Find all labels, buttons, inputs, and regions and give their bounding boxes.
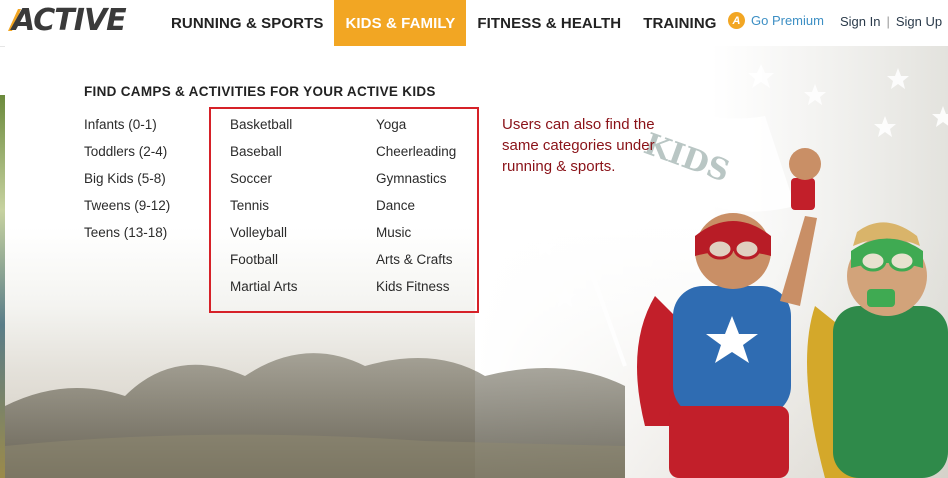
age-group-link[interactable]: Infants (0-1) <box>84 116 170 143</box>
annotation-highlight-box <box>209 107 479 313</box>
age-group-list: Infants (0-1) Toddlers (2-4) Big Kids (5… <box>84 116 170 251</box>
top-navigation-bar: ACTIVE RUNNING & SPORTS KIDS & FAMILY FI… <box>0 0 948 47</box>
auth-separator: | <box>886 14 890 29</box>
age-group-link[interactable]: Tweens (9-12) <box>84 197 170 224</box>
dropdown-heading: FIND CAMPS & ACTIVITIES FOR YOUR ACTIVE … <box>84 84 436 99</box>
go-premium-link[interactable]: A Go Premium <box>728 12 824 29</box>
logo-text: ACTIVE <box>12 2 127 38</box>
go-premium-label: Go Premium <box>751 13 824 28</box>
age-group-link[interactable]: Teens (13-18) <box>84 224 170 251</box>
annotation-note: Users can also find the same categories … <box>502 116 655 175</box>
age-group-link[interactable]: Toddlers (2-4) <box>84 143 170 170</box>
nav-training[interactable]: TRAINING <box>632 0 727 46</box>
nav-kids-family[interactable]: KIDS & FAMILY <box>334 0 467 46</box>
main-nav: RUNNING & SPORTS KIDS & FAMILY FITNESS &… <box>160 0 728 46</box>
nav-running-sports[interactable]: RUNNING & SPORTS <box>160 0 334 46</box>
nav-fitness-health[interactable]: FITNESS & HEALTH <box>466 0 632 46</box>
sign-up-link[interactable]: Sign Up <box>896 14 942 29</box>
kids-family-dropdown: KIDS FIND CAMPS & ACTIVITIES FOR YOUR AC… <box>5 46 948 478</box>
sign-in-link[interactable]: Sign In <box>840 14 880 29</box>
premium-icon: A <box>728 12 745 29</box>
auth-links: Sign In | Sign Up <box>840 14 942 29</box>
age-group-link[interactable]: Big Kids (5-8) <box>84 170 170 197</box>
active-logo[interactable]: ACTIVE <box>6 2 127 38</box>
